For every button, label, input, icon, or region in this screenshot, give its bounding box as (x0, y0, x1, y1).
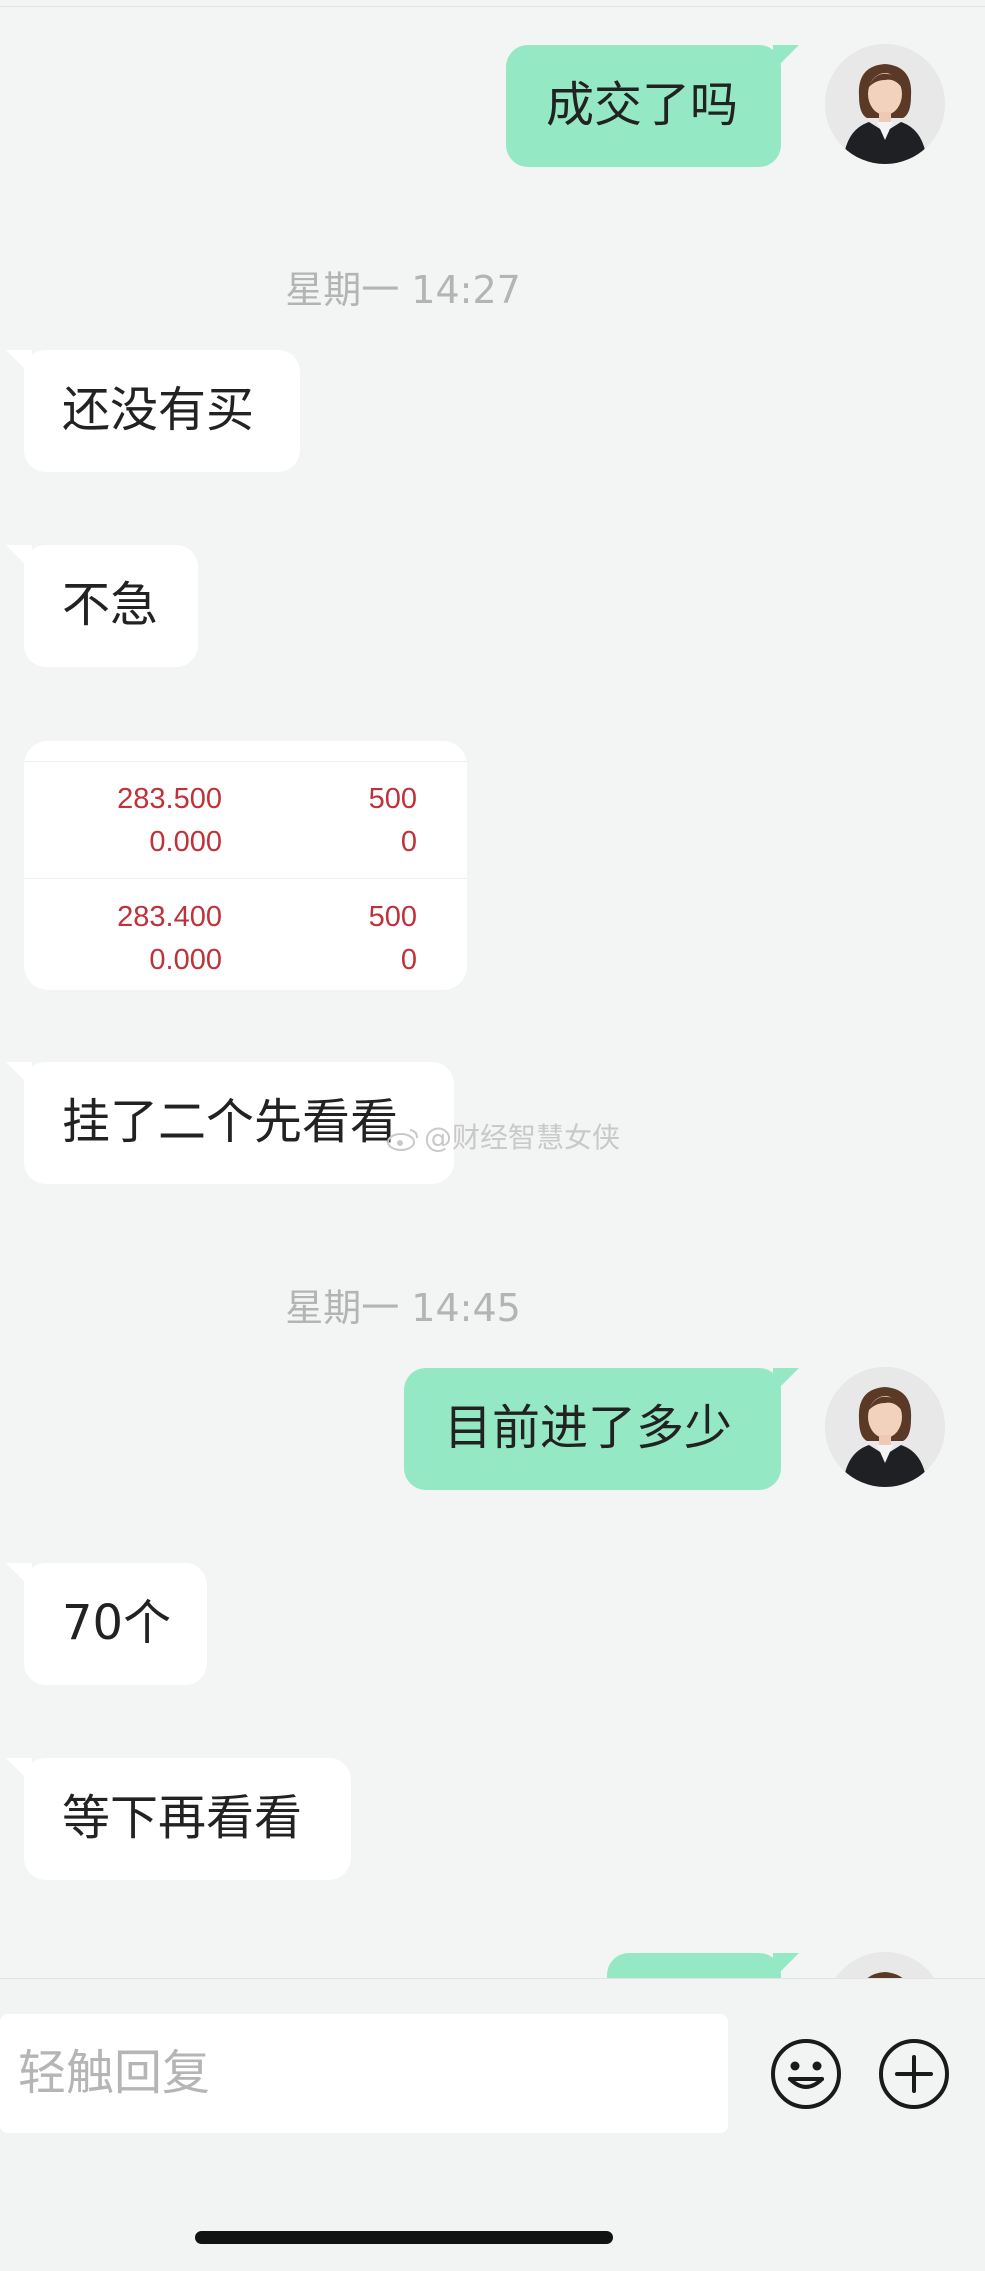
card-divider (24, 761, 467, 762)
quote-screenshot-card[interactable]: 283.500 500 0.000 0 283.400 500 0.000 0 (24, 741, 467, 990)
quantity-value: 0 (400, 826, 417, 858)
plus-circle-icon (879, 2039, 949, 2109)
incoming-message[interactable]: 等下再看看 (6, 1758, 351, 1880)
reply-placeholder: 轻触回复 (18, 2045, 211, 2101)
message-text: 不急 (62, 577, 159, 633)
outgoing-message[interactable]: 目前进了多少 (404, 1368, 799, 1490)
avatar-icon (825, 1952, 945, 1978)
timestamp: 星期一 14:27 (285, 268, 521, 312)
bid-price: 283.400 (117, 901, 222, 933)
input-bar: 轻触回复 (0, 1978, 985, 2271)
message-text: 还没有买 (62, 382, 255, 438)
avatar-icon (825, 44, 945, 164)
home-indicator[interactable] (195, 2231, 613, 2244)
card-divider (24, 878, 467, 879)
bid-price: 283.500 (117, 783, 222, 815)
message-text: 70个 (62, 1595, 172, 1651)
message-text: 成交了吗 (546, 77, 739, 133)
reply-input[interactable]: 轻触回复 (0, 2014, 728, 2133)
message-text: 挂了二个先看看 (62, 1094, 399, 1150)
outgoing-message-partial[interactable] (607, 1953, 799, 1978)
watermark-text: @财经智慧女侠 (424, 1121, 621, 1154)
incoming-message[interactable]: 不急 (6, 545, 198, 667)
user-avatar[interactable] (825, 44, 945, 164)
incoming-message[interactable]: 70个 (6, 1563, 207, 1685)
quantity-value: 0 (400, 944, 417, 976)
avatar-icon (825, 1367, 945, 1487)
add-button[interactable] (877, 2037, 951, 2111)
incoming-message[interactable]: 还没有买 (6, 350, 300, 472)
price-value: 0.000 (149, 826, 222, 858)
watermark: @财经智慧女侠 (386, 1118, 620, 1158)
outgoing-message[interactable]: 成交了吗 (506, 45, 799, 167)
user-avatar[interactable] (825, 1367, 945, 1487)
bid-quantity: 500 (368, 783, 417, 815)
emoji-icon (771, 2039, 841, 2109)
weibo-icon (387, 1129, 418, 1151)
user-avatar[interactable] (825, 1952, 945, 1978)
chat-thread[interactable]: 成交了吗 星期一 14:27 还没有买 不急 283.500 500 0.000… (0, 0, 985, 1978)
message-text: 目前进了多少 (444, 1400, 733, 1456)
timestamp: 星期一 14:45 (285, 1286, 521, 1330)
message-text: 等下再看看 (62, 1790, 303, 1846)
bid-quantity: 500 (368, 901, 417, 933)
emoji-button[interactable] (769, 2037, 843, 2111)
price-value: 0.000 (149, 944, 222, 976)
